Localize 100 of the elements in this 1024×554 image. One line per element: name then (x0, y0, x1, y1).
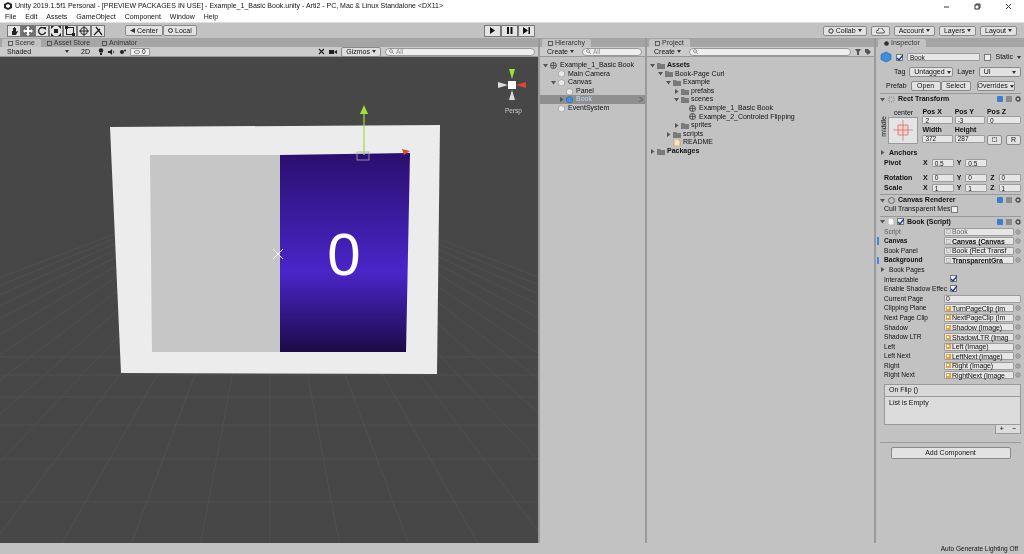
caret-icon (925, 29, 930, 32)
tool-button[interactable] (7, 24, 21, 37)
pivot-handle[interactable] (272, 248, 284, 260)
step-icon (521, 25, 533, 36)
expanded-arrow-icon (880, 219, 885, 225)
caret-icon (372, 50, 376, 53)
sprite-icon (946, 353, 951, 359)
expanded-arrow-icon[interactable] (666, 80, 671, 85)
caret-icon (1008, 29, 1012, 32)
checkbox[interactable] (896, 53, 903, 61)
tag-icon[interactable] (865, 48, 871, 55)
transform-icon (79, 25, 89, 36)
close-icon[interactable] (1005, 2, 1012, 10)
cloud-button[interactable] (870, 25, 890, 36)
checkbox[interactable] (950, 284, 957, 292)
caret-icon (65, 50, 69, 53)
tool-button[interactable] (77, 24, 91, 37)
anchor-preset-button[interactable] (888, 117, 919, 145)
checkbox[interactable] (897, 218, 904, 226)
caret-icon (857, 29, 862, 32)
search-icon (693, 49, 698, 54)
checkbox[interactable] (950, 275, 957, 283)
rect-transform-icon (888, 95, 895, 103)
play-button[interactable] (484, 24, 502, 37)
document-icon (673, 139, 681, 147)
tools-icon (93, 25, 103, 36)
play-button[interactable] (501, 24, 519, 37)
play-button[interactable] (518, 24, 536, 37)
settings-icon[interactable] (1015, 96, 1021, 102)
collapsed-arrow-icon[interactable] (674, 88, 679, 94)
expanded-arrow-icon[interactable] (551, 80, 556, 85)
collapsed-arrow-icon[interactable] (650, 148, 655, 154)
search-icon (586, 49, 591, 54)
blueprint-icon (991, 137, 997, 143)
chevron-icon (639, 97, 643, 103)
scene-orientation-gizmo[interactable] (498, 69, 526, 100)
tool-button[interactable] (63, 24, 77, 37)
caret-icon (1017, 55, 1021, 59)
sprite-icon (946, 324, 951, 330)
sprite-icon (946, 344, 951, 350)
expanded-arrow-icon[interactable] (658, 71, 663, 77)
folder-icon (657, 147, 665, 155)
tool-button[interactable] (91, 24, 105, 37)
collapsed-arrow-icon[interactable] (674, 122, 679, 128)
scale-icon (51, 25, 61, 36)
effects-icon[interactable] (118, 48, 126, 55)
pause-icon (504, 25, 516, 36)
settings-icon[interactable] (1015, 197, 1021, 204)
restore-icon[interactable] (974, 2, 981, 10)
expanded-arrow-icon[interactable] (674, 97, 679, 103)
expanded-arrow-icon[interactable] (543, 62, 548, 68)
sprite-icon (946, 334, 951, 340)
caret-icon (967, 29, 971, 32)
expanded-arrow-icon (880, 96, 885, 102)
cloud-icon (875, 27, 885, 34)
pivot-icon (130, 28, 135, 33)
cube-icon (880, 51, 892, 63)
rect-tool-icon (65, 25, 75, 36)
sync-icon (827, 27, 834, 34)
caret-icon (946, 70, 951, 74)
override-marker (877, 256, 879, 265)
collapsed-arrow-icon[interactable] (666, 131, 671, 137)
checkbox[interactable] (984, 53, 992, 61)
light-icon[interactable] (97, 48, 104, 55)
collapsed-arrow-icon[interactable] (559, 97, 564, 103)
audio-icon[interactable] (107, 48, 115, 55)
sprite-icon (946, 372, 951, 378)
tool-button[interactable] (35, 24, 49, 37)
script-icon (888, 218, 894, 226)
page-number: 0 (327, 221, 361, 288)
checkbox[interactable] (950, 206, 958, 214)
filter-icon[interactable] (855, 48, 861, 55)
rotate-icon (37, 25, 47, 36)
search-field[interactable] (689, 47, 851, 56)
tool-button[interactable] (49, 24, 63, 37)
globe-icon (168, 28, 173, 33)
caret-icon (1009, 84, 1014, 88)
check-icon (896, 53, 903, 61)
help-icon[interactable] (997, 218, 1003, 225)
move-gizmo[interactable] (356, 105, 410, 161)
hand-icon (9, 25, 19, 36)
expanded-arrow-icon (880, 197, 885, 203)
caret-icon (1012, 70, 1016, 74)
camera-icon[interactable] (329, 48, 338, 55)
check-icon (897, 218, 904, 226)
expanded-arrow-icon[interactable] (650, 62, 655, 68)
settings-icon[interactable] (1015, 218, 1021, 225)
collapsed-arrow-icon[interactable] (880, 267, 885, 273)
caret-icon (570, 50, 574, 53)
blueprint-button[interactable] (986, 134, 1002, 145)
sprite-icon (946, 305, 951, 311)
help-icon[interactable] (997, 197, 1003, 204)
search-icon (389, 49, 394, 54)
override-marker (877, 237, 879, 245)
tools-icon[interactable] (318, 48, 326, 55)
caret-icon (677, 50, 681, 53)
sprite-icon (946, 363, 951, 369)
scene-icon (550, 61, 558, 69)
move-icon (23, 25, 33, 36)
collapsed-arrow-icon[interactable] (880, 150, 885, 156)
